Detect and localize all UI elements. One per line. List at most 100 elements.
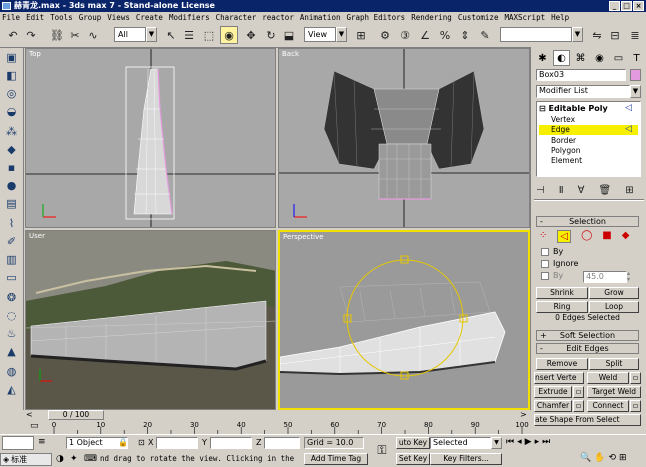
ignore-backfacing-checkbox[interactable]: [541, 260, 549, 268]
chamfer-button[interactable]: Chamfer: [534, 400, 572, 412]
select-and-move-icon[interactable]: ✥: [242, 26, 260, 44]
angle-value-field[interactable]: 45.0: [583, 271, 627, 283]
weld-settings-button[interactable]: ▫: [630, 372, 641, 384]
go-to-end-icon[interactable]: ⏭: [542, 437, 550, 447]
menu-customize[interactable]: Customize: [458, 12, 499, 23]
menu-reactor[interactable]: reactor: [262, 12, 294, 23]
make-unique-icon[interactable]: ∀: [578, 185, 585, 196]
chamfer-settings-button[interactable]: ▫: [573, 400, 584, 412]
vertex-level-icon[interactable]: ⁘: [539, 230, 547, 243]
viewport-label-user[interactable]: User: [29, 232, 45, 240]
set-key-button[interactable]: Set Key: [396, 453, 430, 465]
soft-selection-rollout-header[interactable]: + Soft Selection: [536, 330, 639, 341]
maximize-button[interactable]: □: [621, 1, 632, 11]
minimize-button[interactable]: _: [609, 1, 620, 11]
viewport-user[interactable]: User: [25, 230, 276, 410]
previous-key-icon[interactable]: ◂: [517, 437, 522, 447]
compound-icon[interactable]: ◆: [3, 141, 20, 157]
by-angle-checkbox[interactable]: [541, 272, 549, 280]
stack-item-vertex[interactable]: Vertex: [551, 115, 575, 124]
menu-views[interactable]: Views: [107, 12, 130, 23]
ime-mode-icon[interactable]: ◑: [56, 454, 64, 464]
previous-frame-icon[interactable]: <: [26, 410, 33, 419]
ime-keyboard-icon[interactable]: ⌨: [84, 454, 97, 464]
snap-toggle-icon[interactable]: ③: [396, 26, 414, 44]
configure-sets-icon[interactable]: ⊞: [625, 185, 633, 196]
menu-character[interactable]: Character: [216, 12, 257, 23]
shrink-button[interactable]: Shrink: [536, 287, 588, 299]
pivot-center-icon[interactable]: ⊞: [352, 26, 370, 44]
menu-rendering[interactable]: Rendering: [411, 12, 452, 23]
menu-create[interactable]: Create: [136, 12, 163, 23]
edge-level-icon[interactable]: ◁: [557, 230, 572, 243]
viewport-label-top[interactable]: Top: [29, 50, 41, 58]
stack-item-edge[interactable]: Edge: [539, 125, 638, 135]
lock-selection-icon[interactable]: 🔒: [118, 438, 128, 447]
polygon-level-icon[interactable]: ■: [602, 230, 611, 243]
maxscript-icon[interactable]: ≡: [38, 437, 62, 449]
unlink-icon[interactable]: ✂: [66, 26, 84, 44]
key-icon[interactable]: ⚿: [370, 437, 394, 463]
by-vertex-checkbox[interactable]: [541, 248, 549, 256]
menu-group[interactable]: Group: [79, 12, 102, 23]
menu-graph-editors[interactable]: Graph Editors: [346, 12, 405, 23]
split-button[interactable]: Split: [589, 358, 639, 370]
zoom-icon[interactable]: 🔍: [580, 453, 591, 463]
pin-stack-icon[interactable]: ⊣: [536, 185, 545, 196]
ime-bar[interactable]: ◈ 标准: [0, 453, 52, 466]
bind-space-warp-icon[interactable]: ∿: [84, 26, 102, 44]
align-icon[interactable]: ⊟: [606, 26, 624, 44]
named-selection-sets-dropdown[interactable]: ▼: [500, 27, 583, 42]
ring-button[interactable]: Ring: [536, 301, 588, 313]
show-end-result-icon[interactable]: Ⅱ: [559, 185, 564, 196]
create-shape-button[interactable]: ate Shape From Select: [534, 414, 641, 426]
selection-rollout-header[interactable]: - Selection: [536, 216, 639, 227]
geosphere-icon[interactable]: ❂: [3, 289, 20, 305]
menu-help[interactable]: Help: [551, 12, 569, 23]
helper-icon[interactable]: ◎: [3, 85, 20, 101]
motion-tab-icon[interactable]: ◉: [591, 50, 608, 66]
window-crossing-icon[interactable]: ◉: [220, 26, 238, 44]
extrude-settings-button[interactable]: ▫: [573, 386, 584, 398]
layer-manager-icon[interactable]: ≣: [626, 26, 644, 44]
edit-edges-rollout-header[interactable]: - Edit Edges: [536, 343, 639, 354]
y-coordinate-field[interactable]: [210, 437, 252, 449]
play-icon[interactable]: ▶: [525, 437, 532, 447]
utilities-tab-icon[interactable]: T: [628, 50, 645, 66]
modifier-stack[interactable]: ⊟ Editable Poly ◁ Vertex Edge ◁ Border P…: [536, 101, 641, 177]
go-to-start-icon[interactable]: ⏮: [506, 437, 514, 447]
hierarchy-tab-icon[interactable]: ⌘: [572, 50, 589, 66]
patch-icon[interactable]: ▤: [3, 195, 20, 211]
viewport-label-perspective[interactable]: Perspective: [283, 233, 324, 241]
undo-icon[interactable]: ↶: [4, 26, 22, 44]
object-color-swatch[interactable]: [630, 69, 641, 81]
border-level-icon[interactable]: ◯: [581, 230, 592, 243]
viewport-back[interactable]: Back: [278, 48, 530, 228]
percent-snap-icon[interactable]: %: [436, 26, 454, 44]
selection-filter-dropdown[interactable]: All ▼: [114, 27, 157, 42]
spacewarp-icon[interactable]: ◒: [3, 103, 20, 119]
sphere-icon[interactable]: ●: [3, 177, 20, 193]
connect-button[interactable]: Connect: [587, 400, 629, 412]
torus-icon[interactable]: ◌: [3, 307, 20, 323]
absolute-mode-icon[interactable]: ⊡: [138, 438, 145, 447]
x-coordinate-field[interactable]: [156, 437, 198, 449]
angle-snap-icon[interactable]: ∠: [416, 26, 434, 44]
select-and-manipulate-icon[interactable]: ⚙: [376, 26, 394, 44]
redo-icon[interactable]: ↷: [22, 26, 40, 44]
time-slider[interactable]: 0 / 100 < >: [24, 410, 530, 420]
object-name-field[interactable]: Box03: [536, 69, 626, 81]
stack-item-element[interactable]: Element: [551, 156, 582, 165]
connect-settings-button[interactable]: ▫: [630, 400, 641, 412]
add-time-tag-button[interactable]: Add Time Tag: [304, 453, 368, 465]
stack-item-polygon[interactable]: Polygon: [551, 146, 580, 155]
curve-editor-icon[interactable]: ▭: [30, 421, 39, 431]
next-frame-icon[interactable]: >: [520, 410, 527, 419]
menu-maxscript[interactable]: MAXScript: [504, 12, 545, 23]
reference-coordinate-dropdown[interactable]: View ▼: [304, 27, 347, 42]
select-by-name-icon[interactable]: ☰: [180, 26, 198, 44]
menu-modifiers[interactable]: Modifiers: [169, 12, 210, 23]
nurbs-icon[interactable]: ⌇: [3, 215, 20, 231]
select-and-link-icon[interactable]: ⛓: [48, 26, 66, 44]
element-level-icon[interactable]: ◆: [622, 230, 630, 243]
